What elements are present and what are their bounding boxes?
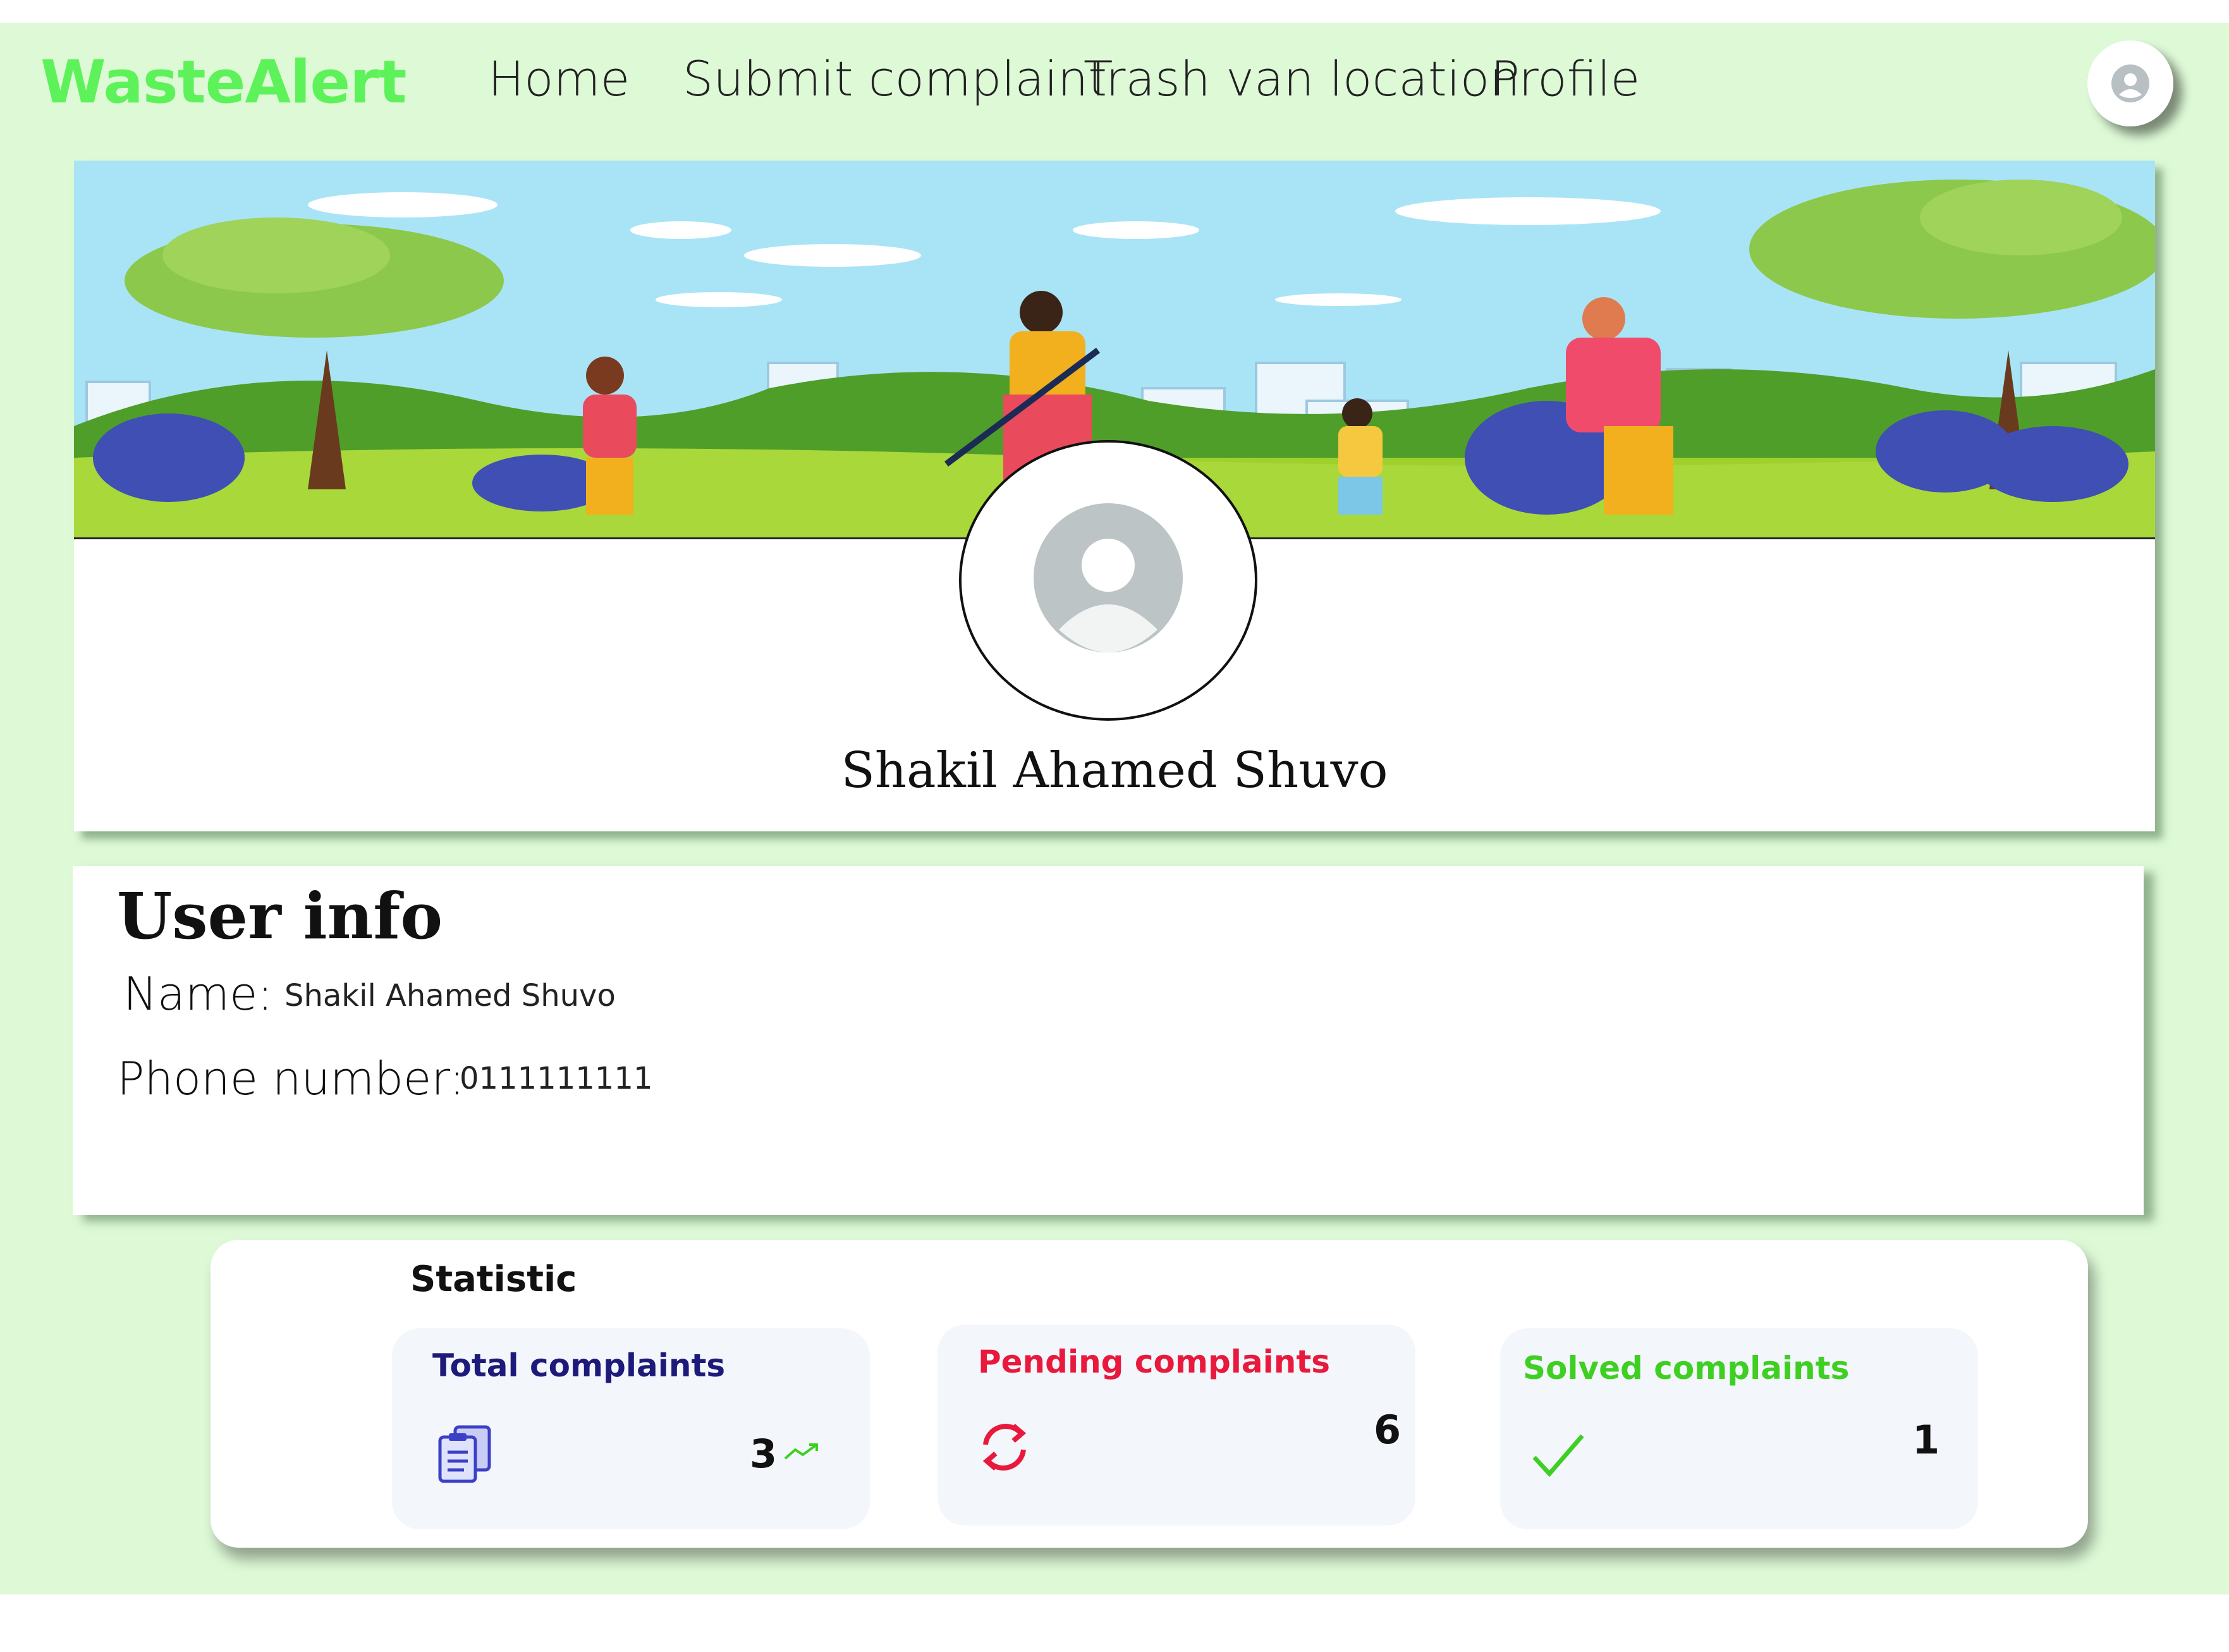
user-info-title: User info [117, 879, 443, 953]
statistic-card: Statistic Total complaints 3 Pending com… [211, 1240, 2088, 1548]
nav-trash-van-location[interactable]: Trash van location [1084, 51, 1520, 107]
pending-complaints-count: 6 [1374, 1407, 1402, 1453]
trending-up-icon [784, 1443, 818, 1460]
pending-complaints-label: Pending complaints [978, 1343, 1331, 1380]
brand-logo[interactable]: WasteAlert [40, 48, 406, 117]
check-icon [1532, 1434, 1584, 1478]
phone-value: 0111111111 [460, 1061, 653, 1096]
clipboard-icon [438, 1425, 491, 1483]
name-label: Name: [123, 967, 273, 1020]
nav-profile[interactable]: Profile [1491, 51, 1640, 107]
name-value: Shakil Ahamed Shuvo [284, 978, 616, 1013]
total-complaints-card[interactable]: Total complaints 3 [392, 1328, 870, 1529]
profile-name: Shakil Ahamed Shuvo [841, 742, 1388, 799]
profile-avatar[interactable] [959, 440, 1257, 721]
phone-label: Phone number: [117, 1052, 465, 1105]
user-avatar-icon [2111, 64, 2149, 102]
refresh-icon [982, 1423, 1027, 1471]
solved-complaints-card[interactable]: Solved complaints 1 [1500, 1328, 1978, 1529]
solved-complaints-label: Solved complaints [1523, 1350, 1850, 1386]
nav-home[interactable]: Home [488, 51, 630, 107]
default-avatar-icon [1034, 503, 1183, 652]
total-complaints-count: 3 [750, 1431, 778, 1477]
app-background: WasteAlert Home Submit complaint Trash v… [0, 23, 2229, 1594]
nav-submit-complaint[interactable]: Submit complaint [683, 51, 1107, 107]
statistic-title: Statistic [410, 1259, 577, 1300]
user-info-card: User info Name: Shakil Ahamed Shuvo Phon… [73, 866, 2144, 1215]
solved-complaints-count: 1 [1912, 1417, 1940, 1463]
user-avatar-button[interactable] [2087, 40, 2173, 126]
total-complaints-label: Total complaints [432, 1347, 726, 1384]
profile-card: Shakil Ahamed Shuvo [74, 161, 2155, 831]
pending-complaints-card[interactable]: Pending complaints 6 [937, 1325, 1415, 1526]
